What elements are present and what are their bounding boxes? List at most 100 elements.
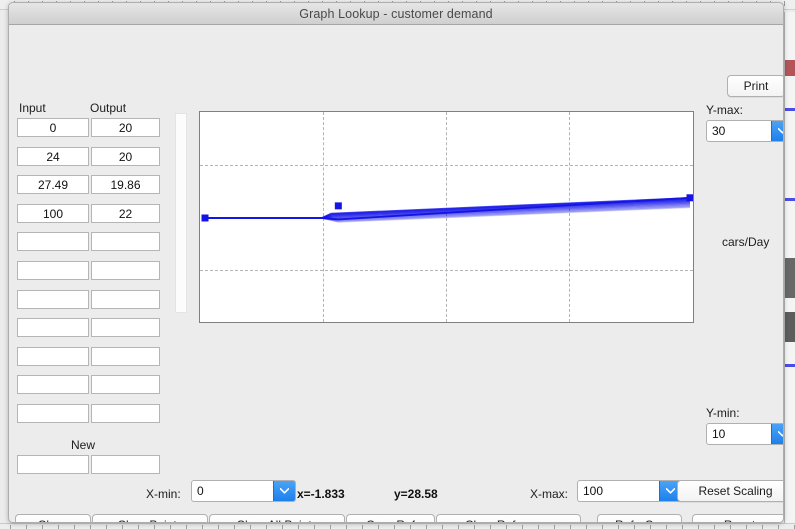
chevron-down-icon[interactable] (771, 424, 783, 444)
graph-series-svg (201, 194, 693, 223)
clear-reference-button[interactable]: Clear Reference (436, 514, 581, 522)
ymin-value: 10 (712, 427, 726, 441)
ruler-tick (602, 525, 603, 529)
background-window-fragment (785, 258, 795, 298)
output-cell-2[interactable]: 19.86 (91, 175, 160, 194)
ymax-label: Y-max: (706, 103, 743, 117)
ref-to-cur-button[interactable]: Ref->Cur (597, 514, 682, 522)
ruler-tick (586, 525, 587, 529)
input-cell-2[interactable]: 27.49 (17, 175, 89, 194)
graph-lookup-dialog: Graph Lookup - customer demand Input Out… (8, 2, 784, 523)
ymin-label: Y-min: (706, 406, 740, 420)
ruler-tick (298, 525, 299, 529)
input-cell-3[interactable]: 100 (17, 204, 89, 223)
y-axis-units-label: cars/Day (722, 235, 770, 249)
ruler-tick (458, 525, 459, 529)
ruler-tick (490, 525, 491, 529)
cursor-y-readout: y=28.58 (394, 487, 438, 501)
ruler-tick (554, 525, 555, 529)
input-cell-4[interactable] (17, 232, 89, 251)
input-cell-0[interactable]: 0 (17, 118, 89, 137)
ruler-tick (634, 525, 635, 529)
input-cell-9[interactable] (17, 375, 89, 394)
ruler-tick (714, 525, 715, 529)
ruler-tick (10, 525, 11, 529)
reset-button[interactable]: Reset (692, 514, 783, 522)
ruler-tick (202, 525, 203, 529)
ruler-tick (154, 525, 155, 529)
new-output-cell[interactable] (91, 455, 160, 474)
clear-points-button[interactable]: Clear Points (92, 514, 208, 522)
table-scrollbar[interactable] (175, 113, 187, 313)
output-cell-6[interactable] (91, 290, 160, 309)
ruler-tick (90, 525, 91, 529)
new-row-label: New (71, 438, 96, 452)
background-window-fragment (785, 60, 795, 76)
input-cell-8[interactable] (17, 347, 89, 366)
ruler-tick (378, 525, 379, 529)
ymax-combobox[interactable]: 30 (706, 120, 783, 142)
ruler-tick (442, 525, 443, 529)
chevron-down-icon[interactable] (273, 481, 295, 501)
ruler-tick (410, 525, 411, 529)
output-cell-3[interactable]: 22 (91, 204, 160, 223)
input-cell-1[interactable]: 24 (17, 147, 89, 166)
background-window-fragment (785, 198, 795, 201)
ruler-tick (746, 525, 747, 529)
ruler-tick (58, 525, 59, 529)
ymin-combobox[interactable]: 10 (706, 423, 783, 445)
ruler-tick (282, 525, 283, 529)
dialog-titlebar[interactable]: Graph Lookup - customer demand (9, 3, 783, 25)
input-cell-5[interactable] (17, 261, 89, 280)
ruler-tick (538, 525, 539, 529)
ruler-tick (730, 525, 731, 529)
reset-scaling-button[interactable]: Reset Scaling (677, 480, 783, 502)
ruler-tick (698, 525, 699, 529)
ruler-tick (394, 525, 395, 529)
output-column-header: Output (90, 101, 127, 115)
ruler-tick (266, 525, 267, 529)
xmax-combobox[interactable]: 100 (577, 480, 682, 502)
cur-to-ref-button[interactable]: Cur->Ref (346, 514, 435, 522)
ruler-tick (250, 525, 251, 529)
ruler-tick (42, 525, 43, 529)
ruler-tick (74, 525, 75, 529)
input-cell-7[interactable] (17, 318, 89, 337)
output-cell-9[interactable] (91, 375, 160, 394)
output-cell-7[interactable] (91, 318, 160, 337)
input-cell-6[interactable] (17, 290, 89, 309)
ruler-tick (618, 525, 619, 529)
ruler-tick (570, 525, 571, 529)
print-button[interactable]: Print (727, 75, 783, 97)
background-window-right-sliver (784, 12, 795, 529)
xmax-value: 100 (583, 484, 604, 498)
output-cell-0[interactable]: 20 (91, 118, 160, 137)
output-cell-5[interactable] (91, 261, 160, 280)
output-cell-10[interactable] (91, 404, 160, 423)
ruler-tick (186, 525, 187, 529)
ruler-tick (778, 525, 779, 529)
xmin-combobox[interactable]: 0 (191, 480, 296, 502)
chevron-down-icon[interactable] (771, 121, 783, 141)
dialog-body: Input Output 0 20 24 20 27.49 19.86 100 22 New … (9, 25, 783, 522)
ruler-tick (762, 525, 763, 529)
input-cell-10[interactable] (17, 404, 89, 423)
input-column-header: Input (19, 101, 46, 115)
ruler-tick (522, 525, 523, 529)
ruler-tick (106, 525, 107, 529)
ruler-tick (234, 525, 235, 529)
clear-all-points-button[interactable]: Clear All Points (209, 514, 345, 522)
graph-plot-area[interactable] (199, 111, 694, 323)
background-window-bottom-strip (0, 523, 795, 529)
new-input-cell[interactable] (17, 455, 89, 474)
close-button[interactable]: Close (15, 514, 91, 522)
xmin-value: 0 (197, 484, 204, 498)
ruler-tick (122, 525, 123, 529)
ruler-tick (362, 525, 363, 529)
ruler-tick (784, 1, 785, 6)
ruler-tick (426, 525, 427, 529)
output-cell-1[interactable]: 20 (91, 147, 160, 166)
ruler-tick (170, 525, 171, 529)
output-cell-4[interactable] (91, 232, 160, 251)
output-cell-8[interactable] (91, 347, 160, 366)
